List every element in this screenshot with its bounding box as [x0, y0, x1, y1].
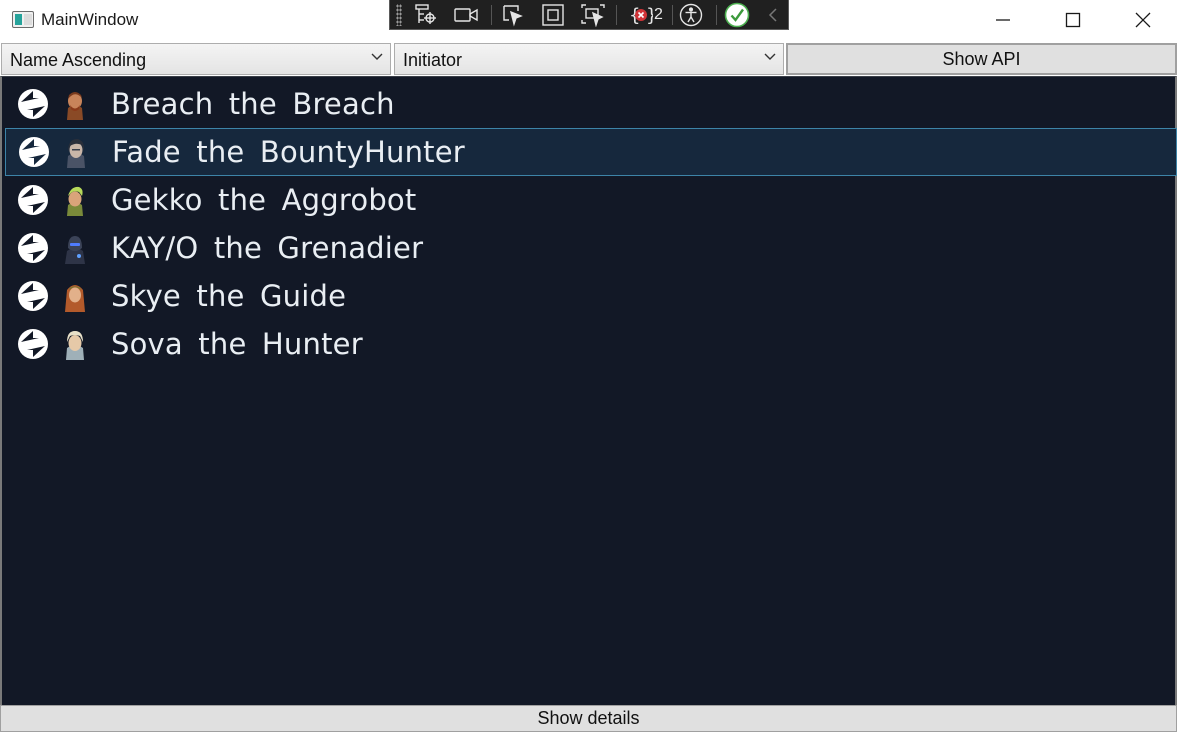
track-focus-icon — [581, 4, 605, 27]
agent-name: KAY/O the Grenadier — [111, 231, 424, 265]
toolbar-separator — [672, 5, 673, 25]
initiator-role-icon — [18, 89, 48, 119]
role-filter-combobox[interactable]: Initiator — [394, 43, 784, 75]
minimize-button[interactable] — [968, 0, 1038, 40]
gekko-portrait-icon — [59, 184, 91, 216]
minimize-icon — [996, 19, 1010, 21]
toolbar-separator — [716, 5, 717, 25]
toolbar-separator — [616, 5, 617, 25]
close-button[interactable] — [1108, 0, 1177, 40]
fade-portrait-icon — [60, 136, 92, 168]
initiator-role-icon — [18, 233, 48, 263]
check-circle-icon — [724, 2, 750, 28]
chevron-down-icon — [764, 53, 776, 60]
window-title: MainWindow — [41, 10, 139, 29]
app-icon — [12, 11, 34, 28]
agent-name: Sova the Hunter — [111, 327, 363, 361]
show-details-label: Show details — [537, 708, 640, 728]
show-api-button[interactable]: Show API — [786, 43, 1177, 75]
chevron-down-icon — [371, 53, 383, 60]
display-layout-adorners-button[interactable] — [538, 2, 568, 28]
sort-order-combobox[interactable]: Name Ascending — [1, 43, 391, 75]
list-item[interactable]: Sova the Hunter — [5, 320, 1177, 368]
runtime-tools-toolbar: { } 2 — [389, 0, 789, 30]
list-item[interactable]: Gekko the Aggrobot — [5, 176, 1177, 224]
kayo-portrait-icon — [59, 232, 91, 264]
role-filter-value: Initiator — [403, 50, 463, 70]
track-focused-element-button[interactable] — [578, 2, 608, 28]
select-element-button[interactable] — [498, 2, 528, 28]
initiator-role-icon — [19, 137, 49, 167]
video-camera-icon — [454, 8, 478, 22]
layout-adorner-icon — [542, 4, 564, 26]
toolbar-grip-icon[interactable] — [396, 4, 402, 26]
hot-reload-status-button[interactable] — [722, 2, 752, 28]
agent-name: Skye the Guide — [111, 279, 347, 313]
binding-error-count: 2 — [654, 6, 663, 23]
list-item[interactable]: Skye the Guide — [5, 272, 1177, 320]
maximize-button[interactable] — [1038, 0, 1108, 40]
list-item[interactable]: Breach the Breach — [5, 80, 1177, 128]
record-button[interactable] — [450, 2, 482, 28]
close-icon — [1135, 12, 1151, 28]
toolbar-separator — [491, 5, 492, 25]
agent-list[interactable]: Breach the Breach Fade the BountyHunter — [0, 76, 1177, 705]
initiator-role-icon — [18, 185, 48, 215]
breach-portrait-icon — [59, 88, 91, 120]
agent-name: Fade the BountyHunter — [112, 135, 465, 169]
initiator-role-icon — [18, 281, 48, 311]
binding-errors-button[interactable]: { } 2 — [626, 2, 666, 28]
skye-portrait-icon — [59, 280, 91, 312]
maximize-icon — [1065, 12, 1081, 28]
accessibility-checker-button[interactable] — [676, 2, 706, 28]
select-element-icon — [503, 5, 523, 27]
chevron-left-icon — [768, 8, 777, 22]
initiator-role-icon — [18, 329, 48, 359]
agent-name: Breach the Breach — [111, 87, 395, 121]
collapse-toolbar-button[interactable] — [762, 2, 784, 28]
agent-name: Gekko the Aggrobot — [111, 183, 417, 217]
accessibility-icon — [679, 3, 703, 27]
sort-order-value: Name Ascending — [10, 50, 147, 70]
list-item[interactable]: KAY/O the Grenadier — [5, 224, 1177, 272]
list-item[interactable]: Fade the BountyHunter — [5, 128, 1177, 176]
visual-tree-icon — [415, 4, 436, 24]
svg-text:}: } — [646, 5, 653, 26]
live-visual-tree-button[interactable] — [410, 2, 440, 28]
show-details-button[interactable]: Show details — [0, 705, 1177, 732]
binding-error-icon: { } — [629, 5, 653, 26]
show-api-label: Show API — [942, 48, 1021, 69]
sova-portrait-icon — [59, 328, 91, 360]
